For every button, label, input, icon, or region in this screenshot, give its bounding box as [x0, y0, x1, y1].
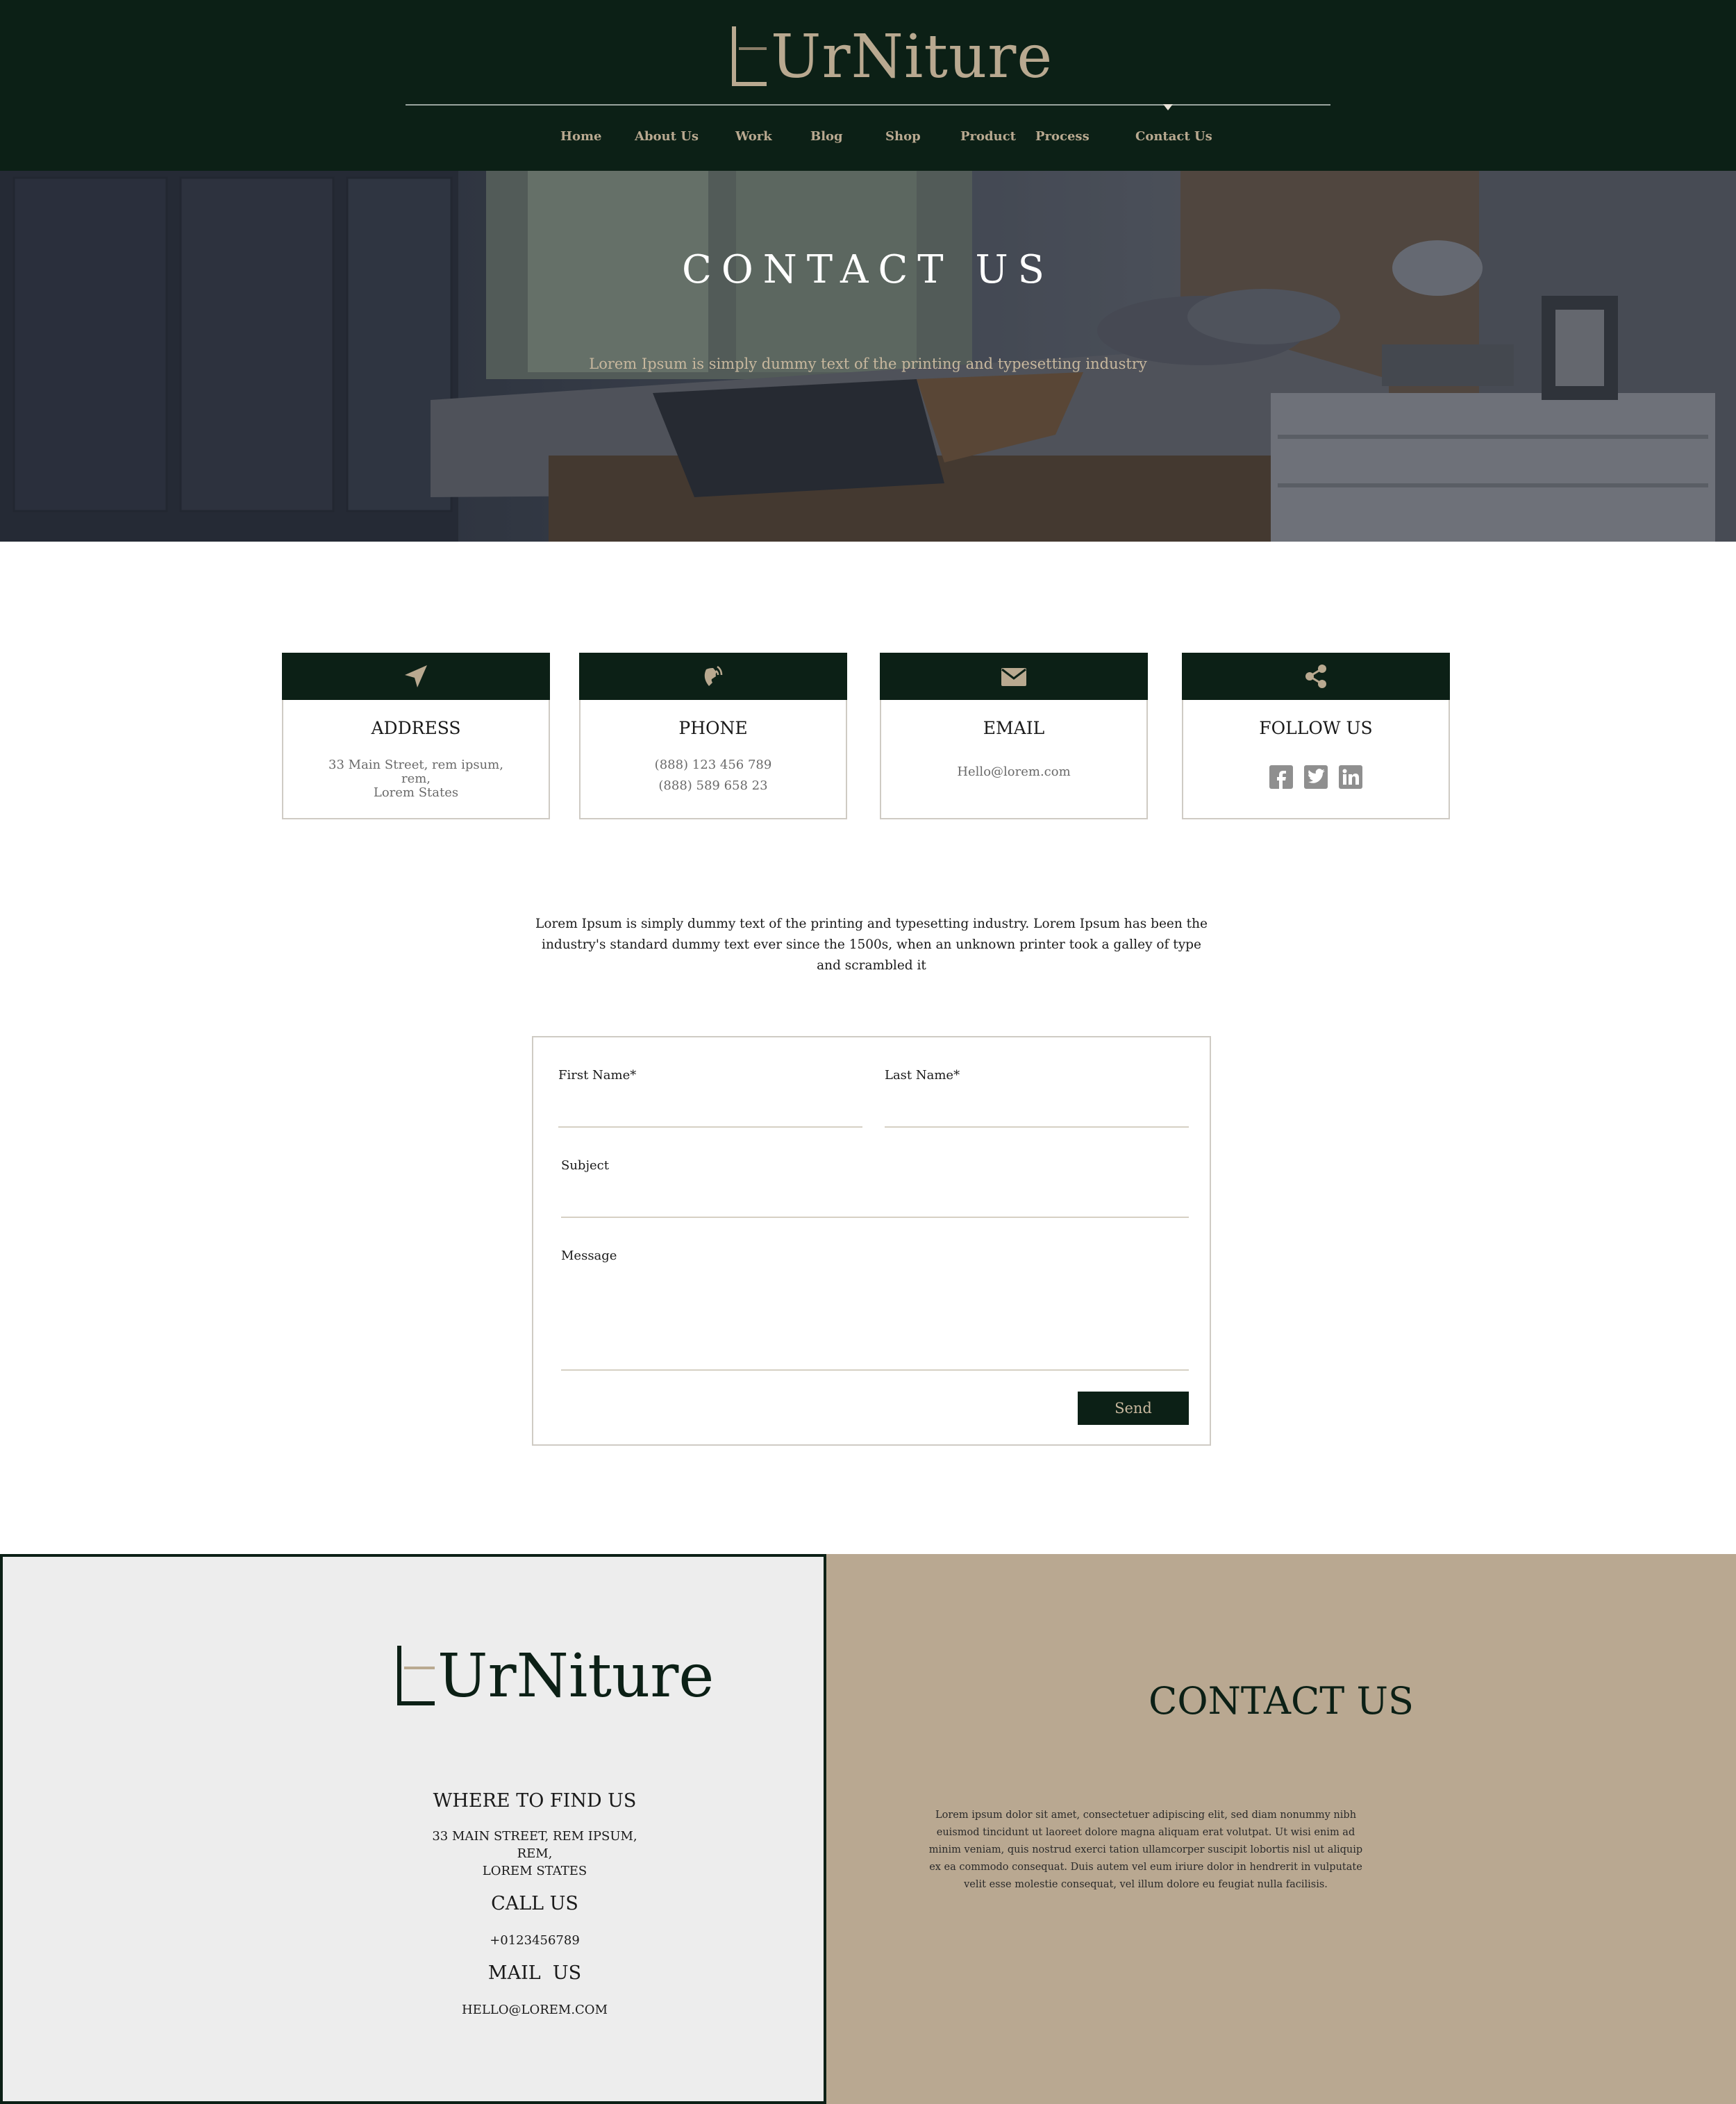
address-line: Lorem States: [373, 785, 459, 800]
contact-intro-text: Lorem Ipsum is simply dummy text of the …: [535, 917, 1208, 973]
phone-number[interactable]: (888) 123 456 789: [581, 758, 846, 772]
logo-text: UrNiture: [437, 1642, 715, 1711]
first-name-label: First Name*: [558, 1068, 637, 1083]
card-header: [880, 653, 1148, 700]
hero-title: CONTACT US: [681, 247, 1055, 292]
message-label: Message: [561, 1249, 617, 1263]
nav-contact-us[interactable]: Contact Us: [1135, 129, 1212, 144]
phone-card: PHONE (888) 123 456 789 (888) 589 658 23: [579, 653, 847, 819]
subject-input[interactable]: [561, 1217, 1189, 1218]
logo-chair-icon: [732, 26, 767, 86]
twitter-icon[interactable]: [1304, 765, 1328, 789]
subject-label: Subject: [561, 1158, 609, 1173]
follow-card: FOLLOW US: [1182, 653, 1450, 819]
first-name-input[interactable]: [558, 1126, 862, 1128]
header-divider: [406, 104, 1330, 106]
linkedin-icon[interactable]: [1339, 765, 1362, 789]
last-name-input[interactable]: [885, 1126, 1189, 1128]
footer-contact-text: Lorem ipsum dolor sit amet, consectetuer…: [928, 1810, 1363, 1890]
logo-chair-icon: [397, 1646, 435, 1705]
hero-subtitle: Lorem Ipsum is simply dummy text of the …: [589, 356, 1147, 372]
brand-logo[interactable]: UrNiture: [722, 19, 1052, 96]
logo-text: UrNiture: [771, 22, 1053, 92]
card-title: FOLLOW US: [1259, 718, 1373, 738]
address-line: 33 Main Street, rem ipsum,: [328, 758, 503, 772]
card-header: [282, 653, 550, 700]
footer-brand-logo[interactable]: UrNiture: [389, 1639, 722, 1715]
active-nav-indicator: [1163, 104, 1173, 110]
email-address[interactable]: Hello@lorem.com: [881, 765, 1146, 779]
envelope-icon: [1001, 668, 1026, 686]
nav-blog[interactable]: Blog: [810, 129, 843, 144]
send-button[interactable]: Send: [1078, 1392, 1189, 1425]
location-arrow-icon: [405, 665, 427, 687]
last-name-label: Last Name*: [885, 1068, 960, 1083]
phone-number[interactable]: (888) 589 658 23: [581, 779, 846, 793]
message-textarea[interactable]: [561, 1369, 1189, 1371]
nav-product[interactable]: Product: [960, 129, 1016, 144]
card-title: PHONE: [678, 718, 748, 738]
facebook-icon[interactable]: [1269, 765, 1293, 789]
contact-form: First Name* Last Name* Subject Message S…: [532, 1036, 1211, 1446]
footer-contact-panel: CONTACT US Lorem ipsum dolor sit amet, c…: [826, 1554, 1736, 2104]
nav-home[interactable]: Home: [560, 129, 602, 144]
footer-contact-title: CONTACT US: [1149, 1679, 1414, 1723]
hero-banner: CONTACT US Lorem Ipsum is simply dummy t…: [0, 171, 1736, 542]
phone-icon: [704, 665, 723, 686]
share-icon: [1305, 665, 1326, 688]
card-header: [1182, 653, 1450, 700]
nav-work[interactable]: Work: [735, 129, 772, 144]
card-title: EMAIL: [983, 718, 1045, 738]
nav-shop[interactable]: Shop: [885, 129, 921, 144]
nav-about-us[interactable]: About Us: [635, 129, 699, 144]
card-title: ADDRESS: [371, 718, 461, 738]
address-line: rem,: [401, 771, 431, 786]
site-header: UrNiture Home About Us Work Blog Shop Pr…: [0, 0, 1736, 171]
address-card: ADDRESS 33 Main Street, rem ipsum, rem, …: [282, 653, 550, 819]
nav-process[interactable]: Process: [1035, 129, 1090, 144]
email-card: EMAIL Hello@lorem.com: [880, 653, 1148, 819]
card-header: [579, 653, 847, 700]
